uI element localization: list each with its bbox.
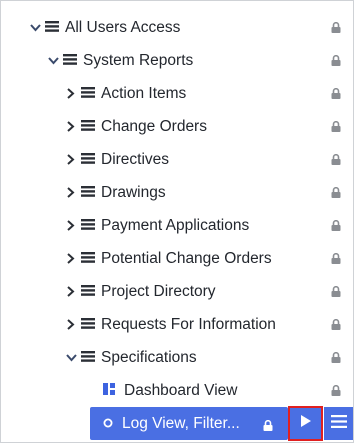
run-report-button[interactable]: [288, 406, 323, 441]
folder-icon: [81, 316, 95, 334]
tree-item-drawings[interactable]: Drawings: [65, 176, 166, 209]
tree-item-action-items[interactable]: Action Items: [65, 77, 186, 110]
folder-icon: [81, 118, 95, 136]
tree-item-payment-applications[interactable]: Payment Applications: [65, 209, 249, 242]
tree-item-label: All Users Access: [65, 18, 181, 36]
tree-item-label: Payment Applications: [101, 216, 250, 234]
chevron-right-icon[interactable]: [65, 319, 77, 330]
chevron-right-icon[interactable]: [65, 121, 77, 132]
lock-icon: [331, 88, 341, 99]
chevron-right-icon[interactable]: [65, 286, 77, 297]
chevron-down-icon[interactable]: [47, 56, 59, 65]
folder-icon: [63, 52, 77, 70]
tree-item-specifications[interactable]: Specifications: [65, 341, 197, 374]
tree-item-label: Drawings: [101, 183, 166, 201]
chevron-right-icon[interactable]: [65, 88, 77, 99]
tree-item-label: Requests For Information: [101, 315, 276, 333]
tree-item-label: Action Items: [101, 84, 187, 102]
play-icon: [300, 414, 312, 433]
tree-item-label: System Reports: [83, 51, 194, 69]
lock-icon: [331, 319, 341, 330]
lock-icon: [331, 253, 341, 264]
folder-icon: [81, 283, 95, 301]
lock-icon: [331, 187, 341, 198]
tree-item-label: Change Orders: [101, 117, 207, 135]
lock-icon: [331, 154, 341, 165]
lock-icon: [331, 385, 341, 396]
tree-item-change-orders[interactable]: Change Orders: [65, 110, 207, 143]
lock-icon: [331, 352, 341, 363]
folder-icon: [81, 184, 95, 202]
chevron-down-icon[interactable]: [65, 353, 77, 362]
tree-item-label: Specifications: [101, 348, 197, 366]
tree-item-log-view[interactable]: Log View, Filter...: [103, 407, 240, 440]
hamburger-menu-icon: [330, 414, 347, 433]
tree-item-all-users-access[interactable]: All Users Access: [29, 11, 180, 44]
item-menu-button[interactable]: [324, 407, 353, 440]
chevron-right-icon[interactable]: [65, 253, 77, 264]
circle-icon: [103, 415, 113, 433]
tree-item-directives[interactable]: Directives: [65, 143, 169, 176]
tree-item-system-reports[interactable]: System Reports: [47, 44, 193, 77]
tree-item-potential-change-orders[interactable]: Potential Change Orders: [65, 242, 272, 275]
tree-item-requests-for-information[interactable]: Requests For Information: [65, 308, 276, 341]
chevron-down-icon[interactable]: [29, 23, 41, 32]
folder-icon: [81, 85, 95, 103]
folder-icon: [81, 349, 95, 367]
folder-icon: [45, 19, 59, 37]
tree-item-dashboard-view[interactable]: Dashboard View: [103, 374, 237, 407]
lock-icon: [331, 55, 341, 66]
chevron-right-icon[interactable]: [65, 154, 77, 165]
report-tree-panel: All Users Access System Reports Action I…: [0, 0, 354, 443]
folder-icon: [81, 151, 95, 169]
tree-item-label: Potential Change Orders: [101, 249, 272, 267]
folder-icon: [81, 250, 95, 268]
lock-icon: [331, 220, 341, 231]
lock-icon: [331, 121, 341, 132]
tree-item-project-directory[interactable]: Project Directory: [65, 275, 216, 308]
chevron-right-icon[interactable]: [65, 187, 77, 198]
tree-item-label: Log View, Filter...: [122, 414, 240, 432]
lock-icon: [331, 22, 341, 33]
dashboard-icon: [103, 382, 115, 400]
folder-icon: [81, 217, 95, 235]
chevron-right-icon[interactable]: [65, 220, 77, 231]
tree-item-label: Dashboard View: [124, 381, 238, 399]
tree-item-label: Directives: [101, 150, 170, 168]
tree-item-label: Project Directory: [101, 282, 216, 300]
lock-icon: [263, 418, 273, 436]
lock-icon: [331, 286, 341, 297]
